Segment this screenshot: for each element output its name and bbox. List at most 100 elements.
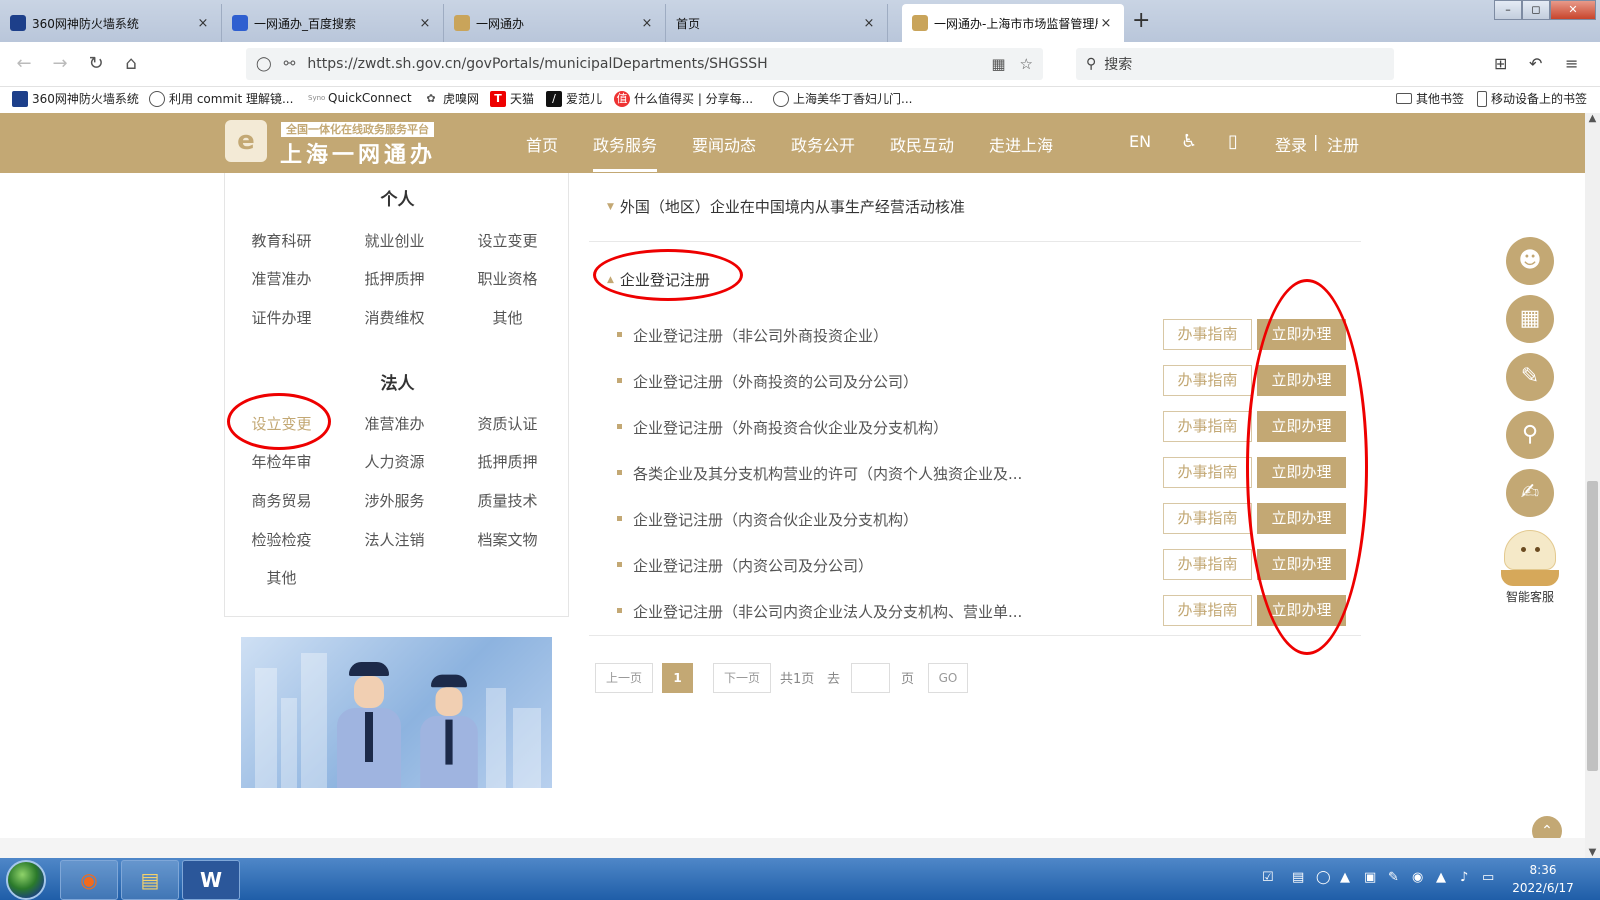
file-explorer-icon[interactable]: ▤	[121, 860, 179, 900]
category-item[interactable]: 教育科研	[225, 230, 338, 251]
nav-news[interactable]: 要闻动态	[692, 132, 756, 156]
scrollbar-thumb[interactable]	[1587, 481, 1598, 771]
wifi-tray-icon[interactable]: ▲	[1436, 870, 1446, 885]
tab-360-firewall[interactable]: 360网神防火墙系统 ×	[0, 4, 222, 42]
tab-market-supervision[interactable]: 一网通办-上海市市场监督管理局 ×	[902, 4, 1124, 42]
category-item[interactable]: 抵押质押	[451, 451, 564, 472]
accordion-header-collapsed[interactable]: ▼ 外国（地区）企业在中国境内从事生产经营活动核准	[607, 196, 965, 217]
category-item[interactable]: 质量技术	[451, 490, 564, 511]
category-item[interactable]: 人力资源	[338, 451, 451, 472]
guide-button[interactable]: 办事指南	[1163, 595, 1252, 626]
category-item[interactable]: 就业创业	[338, 230, 451, 251]
page-number-input[interactable]	[851, 663, 890, 693]
category-item[interactable]: 年检年审	[225, 451, 338, 472]
category-item[interactable]: 其他	[451, 307, 564, 328]
bookmark-item[interactable]: 上海美华丁香妇儿门...	[773, 90, 912, 107]
go-button[interactable]: GO	[928, 663, 968, 693]
shield-tray-icon[interactable]: ◯	[1316, 870, 1331, 885]
logo-emblem-icon[interactable]: e	[225, 120, 267, 162]
service-item-label[interactable]: 企业登记注册（内资公司及分公司）	[633, 555, 1063, 576]
tab-yiwangtongban[interactable]: 一网通办 ×	[444, 4, 666, 42]
bookmark-folder[interactable]: 移动设备上的书签	[1477, 90, 1587, 107]
tab-baidu-search[interactable]: 一网通办_百度搜索 ×	[222, 4, 444, 42]
guide-button[interactable]: 办事指南	[1163, 319, 1252, 350]
minimize-icon[interactable]: –	[1494, 0, 1522, 20]
bookmark-item[interactable]: 利用 commit 理解镜...	[149, 90, 293, 107]
register-link[interactable]: 注册	[1327, 132, 1359, 156]
close-icon[interactable]: ×	[1098, 16, 1114, 31]
category-item[interactable]: 商务贸易	[225, 490, 338, 511]
url-bar[interactable]: ◯ ⚯ https://zwdt.sh.gov.cn/govPortals/mu…	[246, 48, 1043, 80]
service-item-label[interactable]: 企业登记注册（内资合伙企业及分支机构）	[633, 509, 1063, 530]
category-item[interactable]: 消费维权	[338, 307, 451, 328]
guide-button[interactable]: 办事指南	[1163, 365, 1252, 396]
bookmark-item[interactable]: ∕ 爱范儿	[546, 90, 602, 107]
usb-tray-icon[interactable]: ▤	[1292, 870, 1304, 885]
scroll-up-icon[interactable]: ▲	[1585, 113, 1600, 124]
chatbot-mascot-icon[interactable]	[1500, 530, 1560, 588]
bookmark-item[interactable]: ✿ 虎嗅网	[423, 90, 479, 107]
bookmark-folder[interactable]: 其他书签	[1396, 90, 1464, 107]
reload-icon[interactable]: ↻	[85, 53, 107, 75]
nav-interaction[interactable]: 政民互动	[890, 132, 954, 156]
category-item[interactable]: 设立变更	[451, 230, 564, 251]
crop-icon[interactable]: ⊞	[1494, 54, 1507, 73]
user-icon[interactable]: ☻	[1506, 237, 1554, 285]
start-button-icon[interactable]	[6, 860, 46, 900]
close-icon[interactable]: ×	[861, 16, 877, 31]
category-item[interactable]: 检验检疫	[225, 529, 338, 550]
category-item[interactable]: 准营准办	[225, 268, 338, 289]
pen-tray-icon[interactable]: ✎	[1388, 870, 1399, 885]
close-icon[interactable]: ×	[639, 16, 655, 31]
lock-icon[interactable]: ⚯	[284, 56, 296, 72]
prev-page-button[interactable]: 上一页	[595, 663, 653, 693]
category-item[interactable]: 资质认证	[451, 413, 564, 434]
new-tab-button[interactable]: +	[1132, 8, 1150, 34]
bookmark-item[interactable]: 值 什么值得买 | 分享每...	[614, 90, 753, 107]
star-icon[interactable]: ☆	[1020, 55, 1033, 73]
nav-public-affairs[interactable]: 政务公开	[791, 132, 855, 156]
scroll-down-icon[interactable]: ▼	[1585, 847, 1600, 858]
page-scrollbar[interactable]: ▲ ▼	[1585, 113, 1600, 858]
service-item-label[interactable]: 企业登记注册（非公司内资企业法人及分支机构、营业单...	[633, 601, 1063, 622]
home-icon[interactable]: ⌂	[120, 53, 142, 75]
tab-home[interactable]: 首页 ×	[666, 4, 888, 42]
word-icon[interactable]: W	[182, 860, 240, 900]
chrome-tray-icon[interactable]: ◉	[1412, 870, 1423, 885]
category-item[interactable]: 抵押质押	[338, 268, 451, 289]
close-icon[interactable]: ×	[195, 16, 211, 31]
service-item-label[interactable]: 企业登记注册（外商投资的公司及分公司）	[633, 371, 1063, 392]
guide-button[interactable]: 办事指南	[1163, 457, 1252, 488]
bookmark-item[interactable]: 360网神防火墙系统	[12, 90, 139, 107]
display-tray-icon[interactable]: ▭	[1482, 870, 1494, 885]
guide-button[interactable]: 办事指南	[1163, 549, 1252, 580]
undo-icon[interactable]: ↶	[1529, 54, 1542, 73]
volume-icon[interactable]: ♪	[1460, 870, 1468, 885]
close-icon[interactable]: ×	[417, 16, 433, 31]
nav-government-services[interactable]: 政务服务	[593, 132, 658, 172]
url-text[interactable]: https://zwdt.sh.gov.cn/govPortals/munici…	[307, 56, 977, 72]
category-item[interactable]: 涉外服务	[338, 490, 451, 511]
menu-icon[interactable]: ≡	[1565, 54, 1578, 73]
current-page-button[interactable]: 1	[662, 663, 693, 693]
category-item[interactable]: 其他	[225, 567, 338, 588]
category-item[interactable]: 准营准办	[338, 413, 451, 434]
guide-button[interactable]: 办事指南	[1163, 411, 1252, 442]
back-arrow-icon[interactable]: ←	[13, 53, 35, 75]
language-switch[interactable]: EN	[1129, 132, 1151, 151]
category-item[interactable]: 法人注销	[338, 529, 451, 550]
accessibility-icon[interactable]: ♿	[1181, 131, 1197, 152]
search-icon[interactable]: ⚲	[1506, 411, 1554, 459]
search-input[interactable]: ⚲ 搜索	[1076, 48, 1394, 80]
category-item[interactable]: 档案文物	[451, 529, 564, 550]
login-link[interactable]: 登录	[1275, 132, 1307, 156]
forward-arrow-icon[interactable]: →	[49, 53, 71, 75]
mobile-icon[interactable]: ▯	[1228, 131, 1238, 152]
app-tray-icon[interactable]: ▣	[1364, 870, 1376, 885]
shield-icon[interactable]: ◯	[256, 56, 272, 72]
checkbox-tray-icon[interactable]: ☑	[1262, 870, 1274, 885]
calendar-icon[interactable]: ▦	[1506, 295, 1554, 343]
maximize-icon[interactable]: ◻	[1522, 0, 1550, 20]
edit-icon[interactable]: ✍	[1506, 469, 1554, 517]
guide-button[interactable]: 办事指南	[1163, 503, 1252, 534]
